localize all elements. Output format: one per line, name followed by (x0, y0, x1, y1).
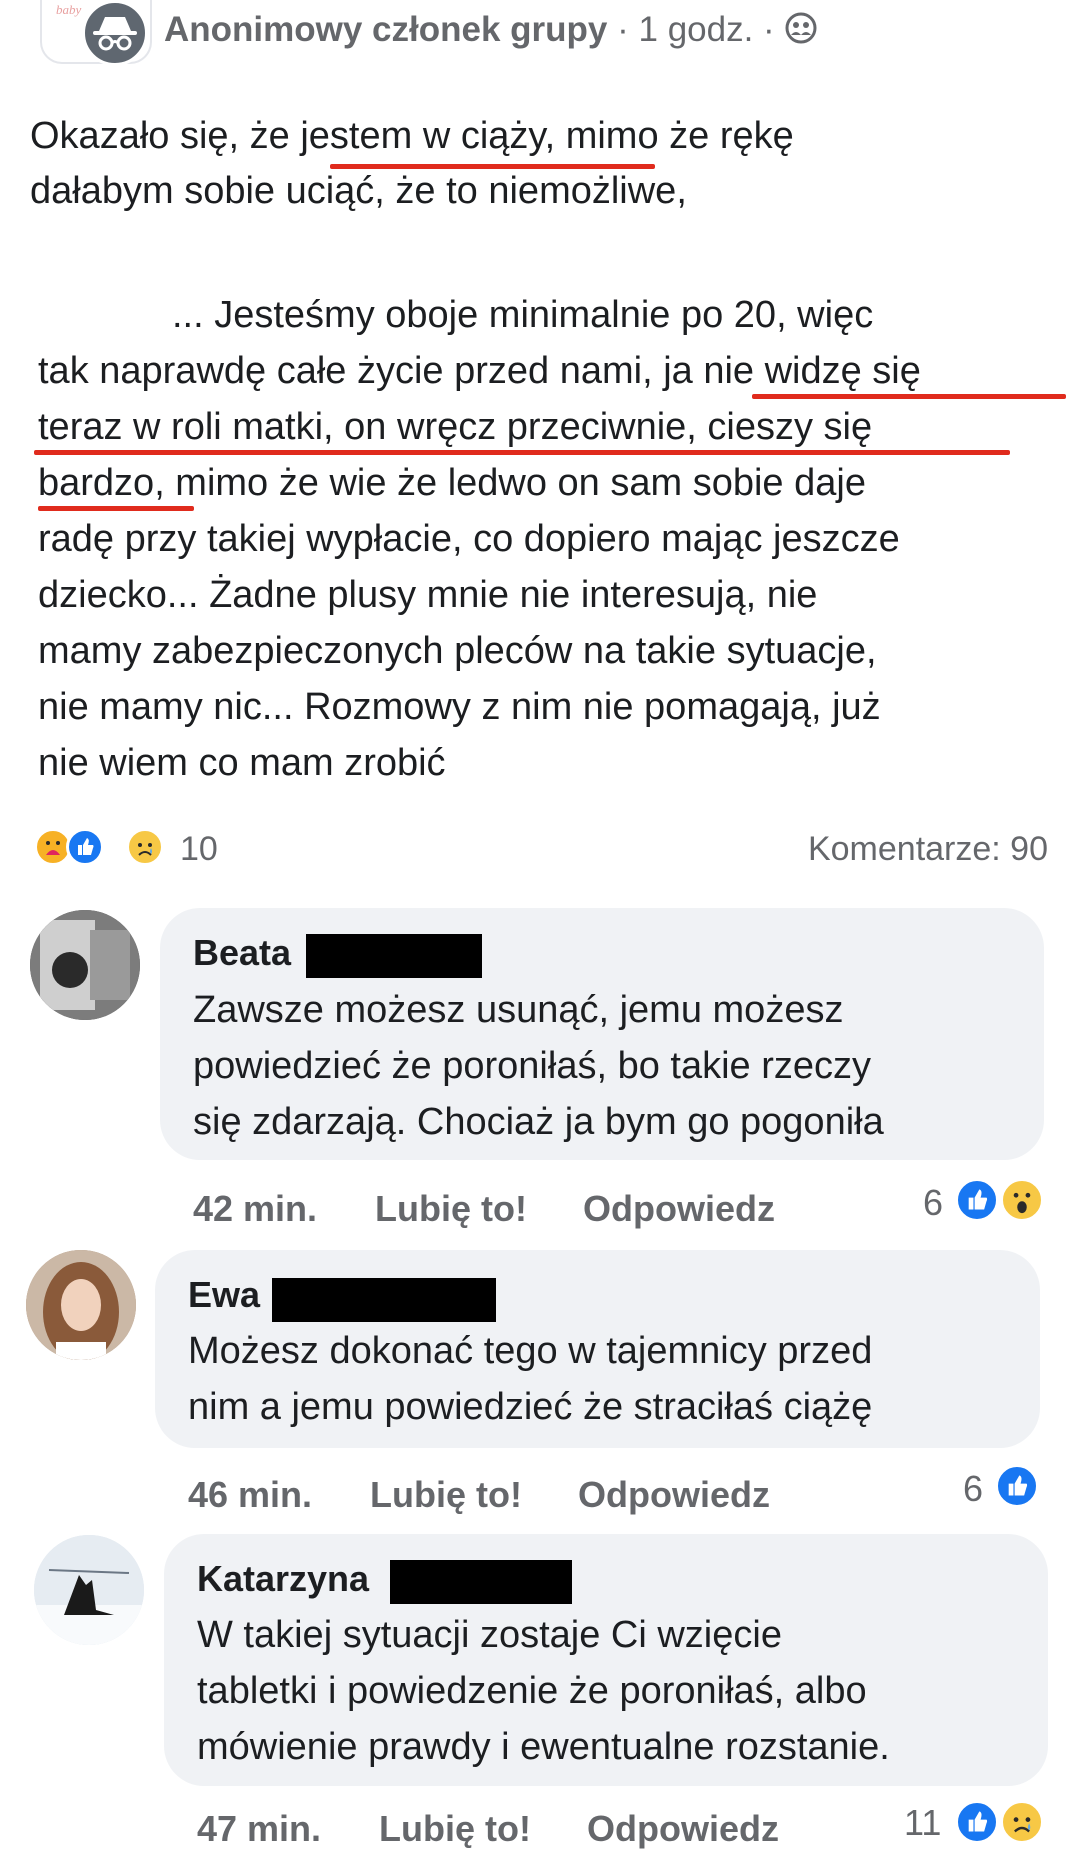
like-reaction-icon (955, 1178, 999, 1222)
redacted-surname (390, 1560, 572, 1604)
post-text-line: ... Jesteśmy oboje minimalnie po 20, wię… (172, 294, 874, 336)
comment-author[interactable]: Katarzyna (197, 1558, 369, 1600)
post-time[interactable]: 1 godz. (639, 10, 754, 49)
post-text-line: dałabym sobie uciąć, że to niemożliwe, (30, 170, 687, 212)
avatar[interactable] (26, 1250, 136, 1360)
comment-text-line: się zdarzają. Chociaż ja bym go pogoniła (193, 1101, 884, 1143)
like-button[interactable]: Lubię to! (370, 1474, 522, 1516)
post-text-line: nie mamy nic... Rozmowy z nim nie pomaga… (38, 686, 881, 728)
reactions-count[interactable]: 10 (180, 830, 218, 869)
post-header: Anonimowy członek grupy · 1 godz. · (164, 10, 818, 50)
post-text-line: dziecko... Żadne plusy mnie nie interesu… (38, 574, 818, 616)
post-text-line: Okazało się, że jestem w ciąży, mimo że … (30, 115, 794, 157)
wow-reaction-icon (1000, 1178, 1044, 1222)
post-text-line: bardzo, mimo że wie że ledwo on sam sobi… (38, 462, 866, 504)
sad-reaction-icon[interactable] (126, 828, 164, 866)
comment-time[interactable]: 46 min. (188, 1474, 312, 1516)
comment-text-line: powiedzieć że poroniłaś, bo takie rzeczy (193, 1045, 872, 1087)
comment-text-line: mówienie prawdy i ewentualne rozstanie. (197, 1726, 890, 1768)
post-text-line: radę przy takiej wypłacie, co dopiero ma… (38, 518, 900, 560)
like-reaction-icon (955, 1800, 999, 1844)
red-underline (34, 450, 1010, 455)
red-underline (752, 394, 1066, 399)
sad-reaction-icon (1000, 1800, 1044, 1844)
avatar[interactable] (34, 1535, 144, 1645)
like-reaction-icon[interactable] (66, 828, 104, 866)
group-privacy-icon (784, 11, 818, 45)
group-logo-text: baby (56, 2, 82, 17)
comment-reaction-count[interactable]: 6 (923, 1182, 943, 1224)
red-underline (330, 164, 655, 169)
comment-reaction-count[interactable]: 6 (963, 1468, 983, 1510)
like-button[interactable]: Lubię to! (379, 1808, 531, 1850)
reply-button[interactable]: Odpowiedz (583, 1188, 775, 1230)
comment-text-line: nim a jemu powiedzieć że straciłaś ciążę (188, 1386, 873, 1428)
redacted-surname (272, 1278, 496, 1322)
comments-count[interactable]: Komentarze: 90 (808, 830, 1048, 869)
comment-text-line: Możesz dokonać tego w tajemnicy przed (188, 1330, 873, 1372)
like-button[interactable]: Lubię to! (375, 1188, 527, 1230)
anonymous-avatar[interactable] (82, 0, 148, 66)
comment-text-line: tabletki i powiedzenie że poroniłaś, alb… (197, 1670, 867, 1712)
post-text-line: teraz w roli matki, on wręcz przeciwnie,… (38, 406, 873, 448)
comment-author[interactable]: Ewa (188, 1274, 260, 1316)
header-separator: · (607, 10, 639, 49)
comment-text-line: W takiej sytuacji zostaje Ci wzięcie (197, 1614, 782, 1656)
like-reaction-icon (995, 1464, 1039, 1508)
red-underline (38, 506, 194, 511)
comment-text-line: Zawsze możesz usunąć, jemu możesz (193, 989, 844, 1031)
post-text-line: mamy zabezpieczonych pleców na takie syt… (38, 630, 877, 672)
incognito-icon (93, 17, 137, 51)
post-text-line: tak naprawdę całe życie przed nami, ja n… (38, 350, 921, 392)
avatar[interactable] (30, 910, 140, 1020)
redacted-surname (306, 934, 482, 978)
post-text-line: nie wiem co mam zrobić (38, 742, 446, 784)
comment-time[interactable]: 47 min. (197, 1808, 321, 1850)
reply-button[interactable]: Odpowiedz (587, 1808, 779, 1850)
comment-time[interactable]: 42 min. (193, 1188, 317, 1230)
reply-button[interactable]: Odpowiedz (578, 1474, 770, 1516)
post-author[interactable]: Anonimowy członek grupy (164, 10, 607, 49)
comment-reaction-count[interactable]: 11 (904, 1802, 941, 1844)
header-separator-2: · (753, 10, 785, 49)
comment-author[interactable]: Beata (193, 932, 291, 974)
